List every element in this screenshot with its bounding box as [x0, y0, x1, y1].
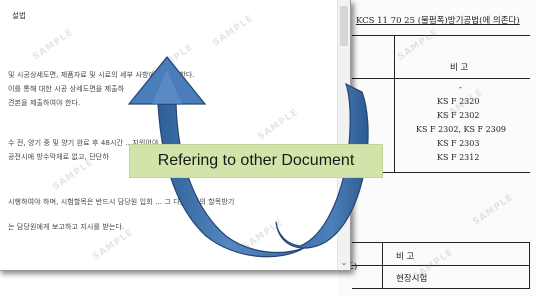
- screenshot-scene: KCS 11 70 25 (물펌폭)방기공법(에 의존다) 비 고 - 0 KS…: [0, 0, 536, 296]
- callout-label: Refering to other Document: [129, 144, 383, 178]
